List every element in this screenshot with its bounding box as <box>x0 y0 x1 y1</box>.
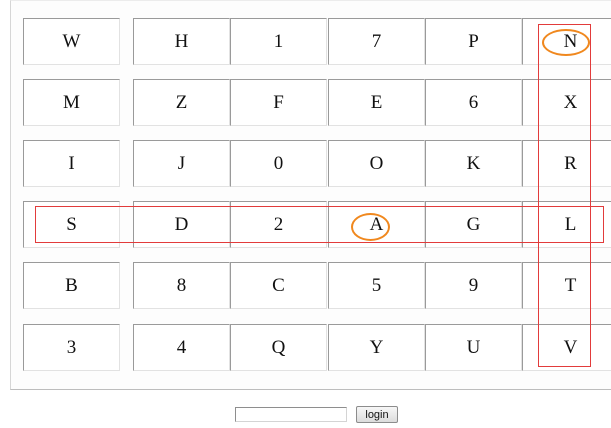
key-3[interactable]: 3 <box>23 324 120 371</box>
key-m[interactable]: M <box>23 79 120 126</box>
key-y[interactable]: Y <box>328 324 425 371</box>
key-a[interactable]: A <box>328 201 425 248</box>
key-4[interactable]: 4 <box>133 324 230 371</box>
key-i[interactable]: I <box>23 140 120 187</box>
key-d[interactable]: D <box>133 201 230 248</box>
key-n[interactable]: N <box>522 18 611 65</box>
password-input[interactable] <box>235 407 347 422</box>
key-h[interactable]: H <box>133 18 230 65</box>
key-k[interactable]: K <box>425 140 522 187</box>
key-6[interactable]: 6 <box>425 79 522 126</box>
key-7[interactable]: 7 <box>328 18 425 65</box>
key-l[interactable]: L <box>522 201 611 248</box>
key-o[interactable]: O <box>328 140 425 187</box>
key-8[interactable]: 8 <box>133 262 230 309</box>
key-z[interactable]: Z <box>133 79 230 126</box>
login-button[interactable]: login <box>356 406 398 423</box>
key-q[interactable]: Q <box>230 324 327 371</box>
key-0[interactable]: 0 <box>230 140 327 187</box>
key-2[interactable]: 2 <box>230 201 327 248</box>
key-u[interactable]: U <box>425 324 522 371</box>
key-1[interactable]: 1 <box>230 18 327 65</box>
key-j[interactable]: J <box>133 140 230 187</box>
key-e[interactable]: E <box>328 79 425 126</box>
key-x[interactable]: X <box>522 79 611 126</box>
key-b[interactable]: B <box>23 262 120 309</box>
key-t[interactable]: T <box>522 262 611 309</box>
key-5[interactable]: 5 <box>328 262 425 309</box>
key-c[interactable]: C <box>230 262 327 309</box>
key-f[interactable]: F <box>230 79 327 126</box>
key-p[interactable]: P <box>425 18 522 65</box>
key-v[interactable]: V <box>522 324 611 371</box>
key-r[interactable]: R <box>522 140 611 187</box>
key-9[interactable]: 9 <box>425 262 522 309</box>
key-w[interactable]: W <box>23 18 120 65</box>
key-g[interactable]: G <box>425 201 522 248</box>
key-s[interactable]: S <box>23 201 120 248</box>
